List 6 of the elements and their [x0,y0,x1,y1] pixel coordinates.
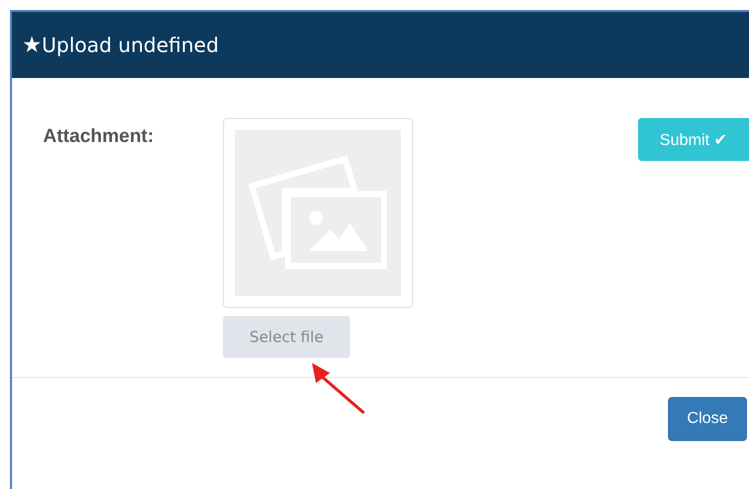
modal-title: Upload undefined [42,33,219,57]
star-icon: ★ [22,32,42,58]
close-button[interactable]: Close [668,397,747,441]
submit-button[interactable]: Submit ✔ [638,118,749,161]
select-file-button[interactable]: Select file [223,316,350,358]
attachment-label: Attachment: [43,126,155,148]
